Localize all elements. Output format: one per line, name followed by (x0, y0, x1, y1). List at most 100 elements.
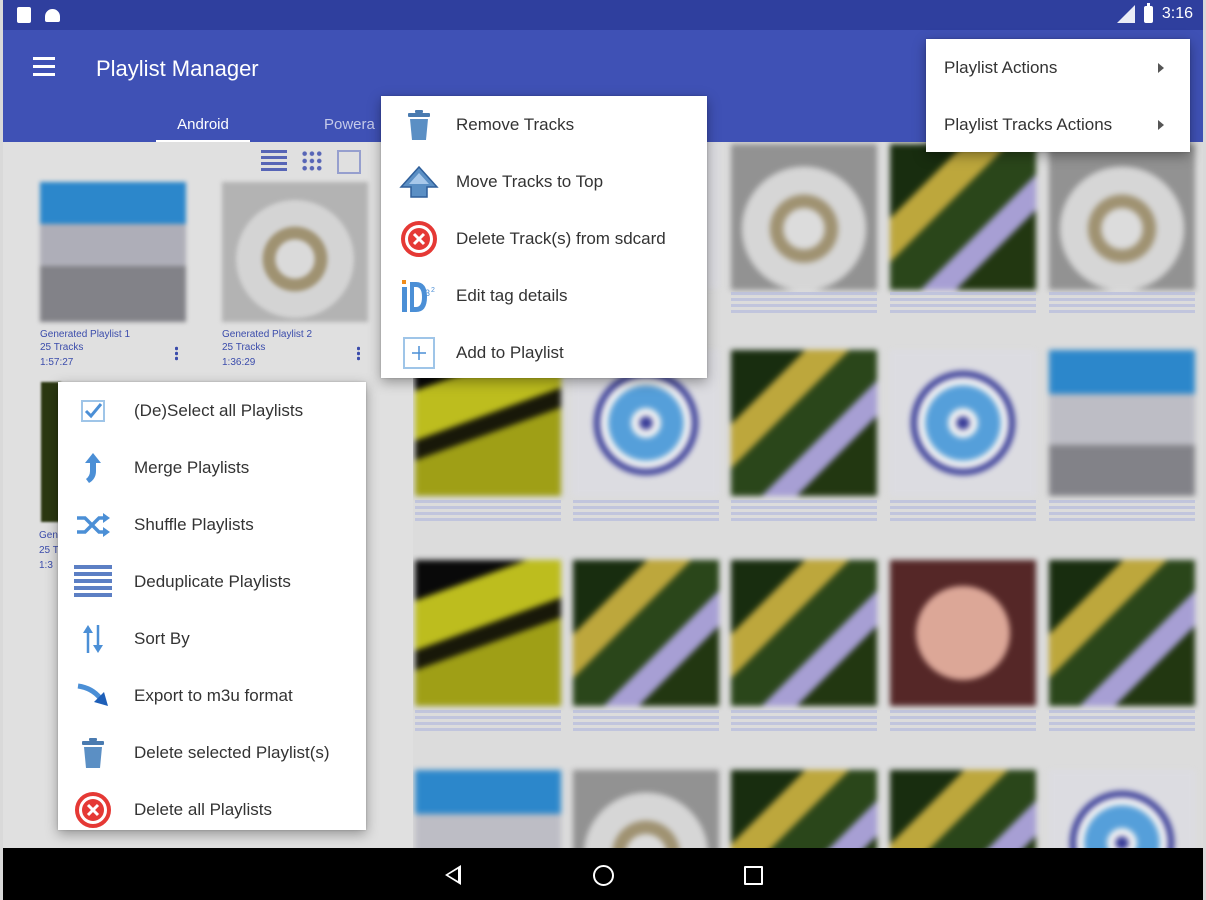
track-cover[interactable] (415, 560, 561, 706)
submenu-arrow-icon (1158, 119, 1164, 130)
menu-item-label: Add to Playlist (456, 342, 564, 362)
playlist-duration: 1:57:27 (40, 357, 74, 368)
tracks-context-menu: Remove Tracks Move Tracks to Top Delete … (381, 96, 707, 378)
playlist-track-count: 25 Tracks (222, 342, 266, 353)
track-info (573, 710, 719, 734)
menu-item-edit-tags[interactable]: 32 Edit tag details (381, 267, 707, 324)
tab-android[interactable]: Android (156, 116, 250, 144)
menu-item-playlist-actions[interactable]: Playlist Actions (926, 39, 1190, 96)
menu-icon[interactable] (33, 57, 55, 81)
menu-item-label: Sort By (134, 628, 190, 648)
grid-view-icon[interactable] (301, 150, 323, 172)
playlist-duration: 1:3 (39, 560, 53, 571)
submenu-arrow-icon (1158, 62, 1164, 73)
menu-item-remove-tracks[interactable]: Remove Tracks (381, 96, 707, 153)
more-options-icon[interactable] (357, 346, 360, 361)
track-cover[interactable] (731, 144, 877, 290)
recent-apps-icon[interactable] (744, 866, 763, 885)
menu-item-select-all[interactable]: (De)Select all Playlists (58, 382, 366, 439)
deduplicate-icon (73, 562, 113, 602)
export-icon (73, 676, 113, 716)
menu-item-label: Edit tag details (456, 285, 568, 305)
playlist-context-menu: (De)Select all Playlists Merge Playlists… (58, 382, 366, 830)
menu-item-label: Delete all Playlists (134, 799, 272, 819)
track-cover[interactable] (731, 770, 877, 848)
playlist-track-count: 25 Tracks (40, 342, 84, 353)
playlist-cover (40, 182, 186, 322)
track-info (890, 710, 1036, 734)
list-view-icon[interactable] (261, 150, 287, 172)
svg-text:3: 3 (425, 288, 430, 298)
track-cover[interactable] (890, 560, 1036, 706)
menu-item-label: Move Tracks to Top (456, 171, 604, 191)
track-info (573, 500, 719, 524)
menu-item-label: Shuffle Playlists (134, 514, 254, 534)
playlist-card-partial: Gener 25 T 1:3 (39, 528, 59, 573)
menu-item-shuffle[interactable]: Shuffle Playlists (58, 496, 366, 553)
menu-item-move-to-top[interactable]: Move Tracks to Top (381, 153, 707, 210)
home-icon[interactable] (593, 865, 614, 886)
add-box-icon (399, 333, 439, 373)
track-cover[interactable] (1049, 350, 1195, 496)
view-mode-toolbar (261, 150, 361, 174)
track-cover[interactable] (573, 770, 719, 848)
playlist-card[interactable]: Generated Playlist 2 25 Tracks 1:36:29 (222, 182, 368, 370)
track-cover[interactable] (890, 144, 1036, 290)
id3-tag-icon: 32 (399, 276, 439, 316)
menu-item-label: Playlist Actions (944, 57, 1058, 77)
back-icon[interactable] (445, 865, 461, 885)
playlist-name: Generated Playlist 1 (40, 329, 131, 340)
sort-icon (73, 619, 113, 659)
merge-icon (73, 448, 113, 488)
menu-item-merge[interactable]: Merge Playlists (58, 439, 366, 496)
shuffle-icon (73, 505, 113, 545)
track-cover[interactable] (1049, 560, 1195, 706)
battery-icon (1143, 2, 1153, 23)
track-cover[interactable] (415, 770, 561, 848)
svg-text:2: 2 (431, 287, 435, 294)
track-info (890, 500, 1036, 524)
track-info (1049, 500, 1195, 524)
track-cover[interactable] (890, 350, 1036, 496)
trash-icon (399, 105, 439, 145)
delete-circle-icon (399, 219, 439, 259)
menu-item-label: Delete selected Playlist(s) (134, 742, 330, 762)
track-cover[interactable] (890, 770, 1036, 848)
menu-item-delete-selected[interactable]: Delete selected Playlist(s) (58, 724, 366, 781)
menu-item-add-to-playlist[interactable]: Add to Playlist (381, 324, 707, 381)
menu-item-delete-all[interactable]: Delete all Playlists (58, 781, 366, 838)
android-icon (45, 9, 60, 22)
track-info (731, 292, 877, 316)
track-info (415, 500, 561, 524)
playlist-duration: 1:36:29 (222, 357, 256, 368)
menu-item-deduplicate[interactable]: Deduplicate Playlists (58, 553, 366, 610)
menu-item-export-m3u[interactable]: Export to m3u format (58, 667, 366, 724)
track-cover[interactable] (573, 560, 719, 706)
tab-poweramp[interactable]: Powera (324, 116, 375, 133)
track-info (415, 710, 561, 734)
more-options-icon[interactable] (175, 346, 178, 361)
app-title: Playlist Manager (96, 56, 259, 81)
track-info (1049, 710, 1195, 734)
track-cover[interactable] (1049, 144, 1195, 290)
track-cover[interactable] (731, 560, 877, 706)
playlist-card[interactable]: Generated Playlist 1 25 Tracks 1:57:27 (40, 182, 186, 370)
trash-icon (73, 733, 113, 773)
menu-item-delete-from-sdcard[interactable]: Delete Track(s) from sdcard (381, 210, 707, 267)
menu-item-sort-by[interactable]: Sort By (58, 610, 366, 667)
playlist-track-count: 25 T (39, 545, 59, 556)
checkbox-icon (73, 391, 113, 431)
move-top-icon (399, 162, 439, 202)
menu-item-label: Delete Track(s) from sdcard (456, 228, 666, 248)
menu-item-playlist-tracks-actions[interactable]: Playlist Tracks Actions (926, 96, 1190, 153)
track-cover[interactable] (1049, 770, 1195, 848)
sd-card-icon (17, 7, 31, 23)
playlist-cover (222, 182, 368, 322)
track-cover[interactable] (731, 350, 877, 496)
navigation-bar (3, 848, 1203, 900)
playlist-name: Generated Playlist 2 (222, 329, 313, 340)
overflow-menu: Playlist Actions Playlist Tracks Actions (926, 39, 1190, 152)
menu-item-label: Merge Playlists (134, 457, 250, 477)
large-view-icon[interactable] (337, 150, 361, 174)
track-info (1049, 292, 1195, 316)
